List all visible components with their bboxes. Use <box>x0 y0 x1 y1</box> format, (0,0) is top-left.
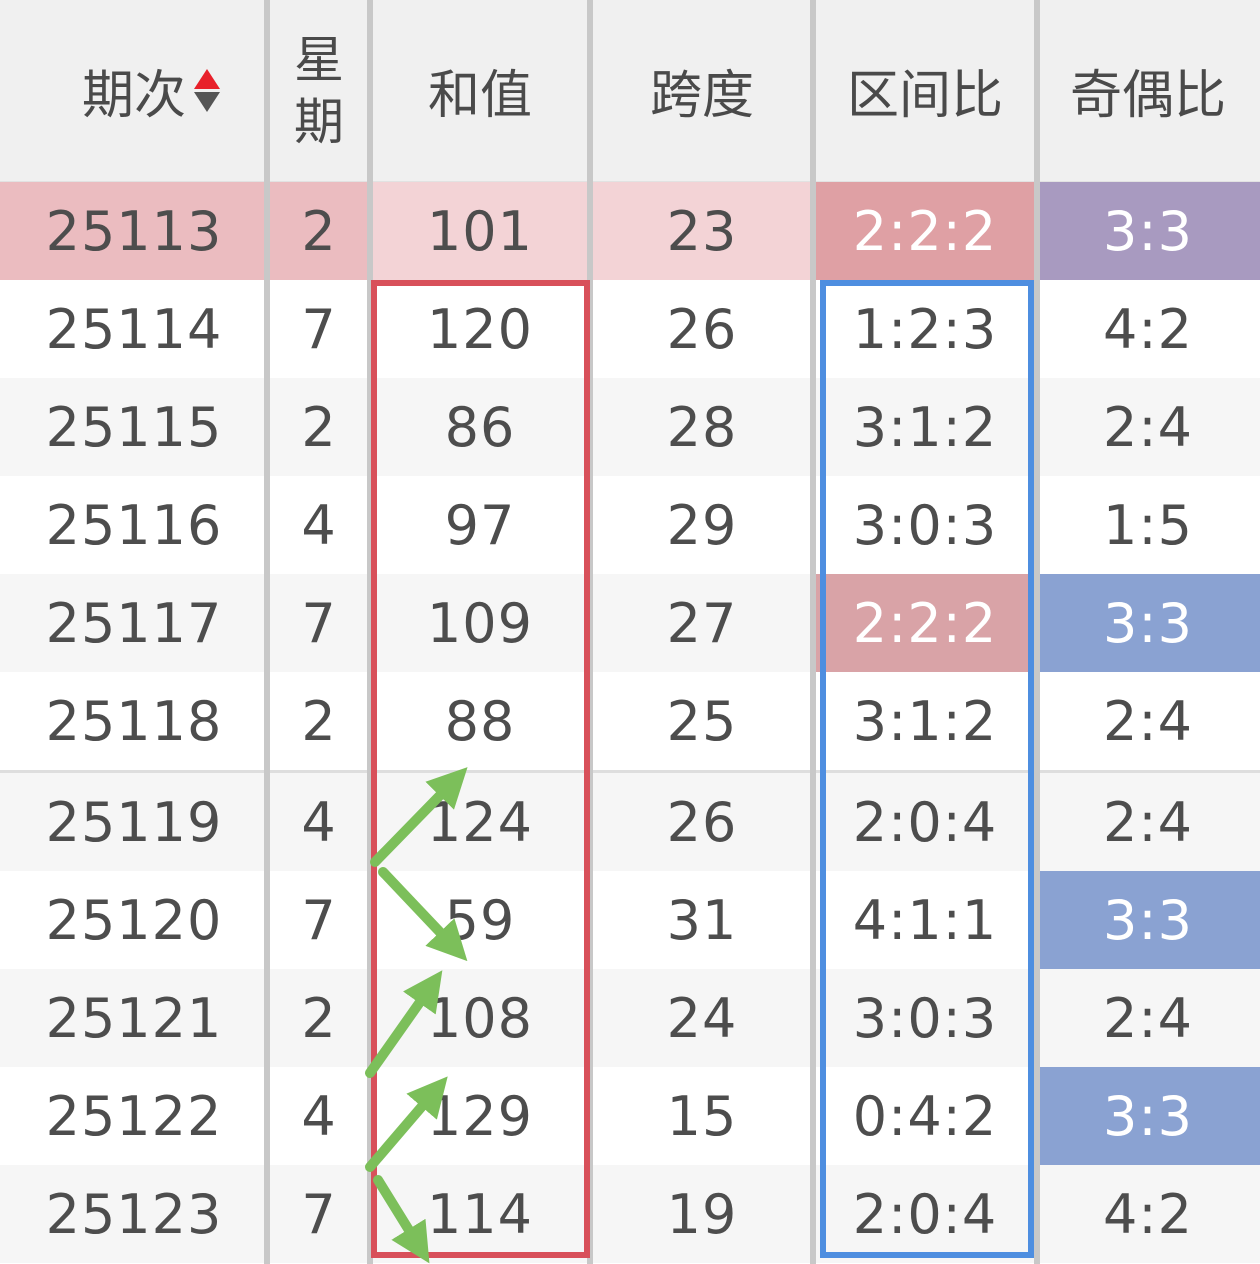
cell-span: 19 <box>590 1165 814 1263</box>
header-weekday-line1: 星 <box>294 30 344 89</box>
cell-zone-ratio: 2:0:4 <box>814 1165 1036 1263</box>
cell-sum: 114 <box>370 1165 590 1263</box>
table-row: 25122 4 129 15 0:4:2 3:3 <box>0 1067 1260 1165</box>
header-span: 跨度 <box>590 0 814 182</box>
header-weekday-line2: 期 <box>294 92 344 151</box>
cell-weekday: 2 <box>268 672 370 772</box>
cell-span: 26 <box>590 770 814 871</box>
cell-sum: 86 <box>370 378 590 476</box>
column-divider <box>587 0 593 1264</box>
cell-weekday: 7 <box>268 574 370 672</box>
table-row: 25118 2 88 25 3:1:2 2:4 <box>0 672 1260 772</box>
cell-weekday: 2 <box>268 181 370 280</box>
cell-zone-ratio: 4:1:1 <box>814 871 1036 969</box>
sort-arrows-icon[interactable] <box>194 69 220 112</box>
table-row: 25121 2 108 24 3:0:3 2:4 <box>0 969 1260 1067</box>
cell-zone-ratio: 2:2:2 <box>814 574 1036 672</box>
cell-sum: 129 <box>370 1067 590 1165</box>
cell-zone-ratio: 1:2:3 <box>814 280 1036 378</box>
cell-period: 25116 <box>0 476 268 574</box>
table-row: 25117 7 109 27 2:2:2 3:3 <box>0 574 1260 672</box>
table-row: 25119 4 124 26 2:0:4 2:4 <box>0 770 1260 871</box>
cell-odd-even-ratio: 2:4 <box>1036 378 1260 476</box>
table-row: 25113 2 101 23 2:2:2 3:3 <box>0 181 1260 280</box>
cell-sum: 101 <box>370 181 590 280</box>
cell-span: 29 <box>590 476 814 574</box>
column-divider <box>367 0 373 1264</box>
cell-zone-ratio: 3:1:2 <box>814 378 1036 476</box>
header-weekday: 星 期 <box>268 0 370 182</box>
draw-history-table: 期次 星 期 和值 跨度 区间比 奇偶比 25113 2 101 23 2:2:… <box>0 0 1260 1263</box>
cell-odd-even-ratio: 4:2 <box>1036 280 1260 378</box>
table-row: 25116 4 97 29 3:0:3 1:5 <box>0 476 1260 574</box>
cell-span: 31 <box>590 871 814 969</box>
cell-weekday: 2 <box>268 969 370 1067</box>
cell-zone-ratio: 3:0:3 <box>814 476 1036 574</box>
cell-odd-even-ratio: 3:3 <box>1036 574 1260 672</box>
cell-odd-even-ratio: 2:4 <box>1036 770 1260 871</box>
column-divider <box>810 0 816 1264</box>
cell-sum: 120 <box>370 280 590 378</box>
header-period[interactable]: 期次 <box>0 0 268 182</box>
cell-period: 25118 <box>0 672 268 772</box>
cell-sum: 97 <box>370 476 590 574</box>
cell-zone-ratio: 0:4:2 <box>814 1067 1036 1165</box>
cell-period: 25122 <box>0 1067 268 1165</box>
cell-odd-even-ratio: 2:4 <box>1036 672 1260 772</box>
cell-period: 25114 <box>0 280 268 378</box>
cell-weekday: 4 <box>268 1067 370 1165</box>
cell-odd-even-ratio: 2:4 <box>1036 969 1260 1067</box>
cell-odd-even-ratio: 3:3 <box>1036 871 1260 969</box>
cell-odd-even-ratio: 1:5 <box>1036 476 1260 574</box>
cell-span: 15 <box>590 1067 814 1165</box>
cell-period: 25117 <box>0 574 268 672</box>
cell-weekday: 7 <box>268 280 370 378</box>
column-divider <box>1034 0 1040 1264</box>
table-header-row: 期次 星 期 和值 跨度 区间比 奇偶比 <box>0 0 1260 182</box>
cell-sum: 88 <box>370 672 590 772</box>
sort-up-icon <box>194 69 220 89</box>
sort-down-icon <box>194 92 220 112</box>
cell-weekday: 4 <box>268 770 370 871</box>
cell-span: 27 <box>590 574 814 672</box>
cell-period: 25115 <box>0 378 268 476</box>
cell-span: 25 <box>590 672 814 772</box>
cell-span: 23 <box>590 181 814 280</box>
cell-period: 25123 <box>0 1165 268 1263</box>
cell-odd-even-ratio: 3:3 <box>1036 1067 1260 1165</box>
cell-period: 25120 <box>0 871 268 969</box>
table-row: 25123 7 114 19 2:0:4 4:2 <box>0 1165 1260 1263</box>
header-sum: 和值 <box>370 0 590 182</box>
cell-period: 25113 <box>0 181 268 280</box>
table-row: 25120 7 59 31 4:1:1 3:3 <box>0 871 1260 969</box>
cell-weekday: 7 <box>268 1165 370 1263</box>
cell-span: 28 <box>590 378 814 476</box>
cell-zone-ratio: 2:0:4 <box>814 770 1036 871</box>
cell-period: 25121 <box>0 969 268 1067</box>
cell-weekday: 7 <box>268 871 370 969</box>
header-period-label: 期次 <box>81 66 186 126</box>
cell-weekday: 2 <box>268 378 370 476</box>
cell-sum: 124 <box>370 770 590 871</box>
cell-weekday: 4 <box>268 476 370 574</box>
header-zone-ratio: 区间比 <box>814 0 1036 182</box>
cell-span: 26 <box>590 280 814 378</box>
header-odd-even-ratio: 奇偶比 <box>1036 0 1260 182</box>
column-divider <box>264 0 270 1264</box>
cell-sum: 109 <box>370 574 590 672</box>
cell-zone-ratio: 2:2:2 <box>814 181 1036 280</box>
cell-sum: 108 <box>370 969 590 1067</box>
cell-period: 25119 <box>0 770 268 871</box>
cell-odd-even-ratio: 4:2 <box>1036 1165 1260 1263</box>
cell-odd-even-ratio: 3:3 <box>1036 181 1260 280</box>
cell-span: 24 <box>590 969 814 1067</box>
lottery-trend-table-screen: 期次 星 期 和值 跨度 区间比 奇偶比 25113 2 101 23 2:2:… <box>0 0 1260 1264</box>
cell-sum: 59 <box>370 871 590 969</box>
cell-zone-ratio: 3:0:3 <box>814 969 1036 1067</box>
cell-zone-ratio: 3:1:2 <box>814 672 1036 772</box>
table-row: 25114 7 120 26 1:2:3 4:2 <box>0 280 1260 378</box>
table-row: 25115 2 86 28 3:1:2 2:4 <box>0 378 1260 476</box>
